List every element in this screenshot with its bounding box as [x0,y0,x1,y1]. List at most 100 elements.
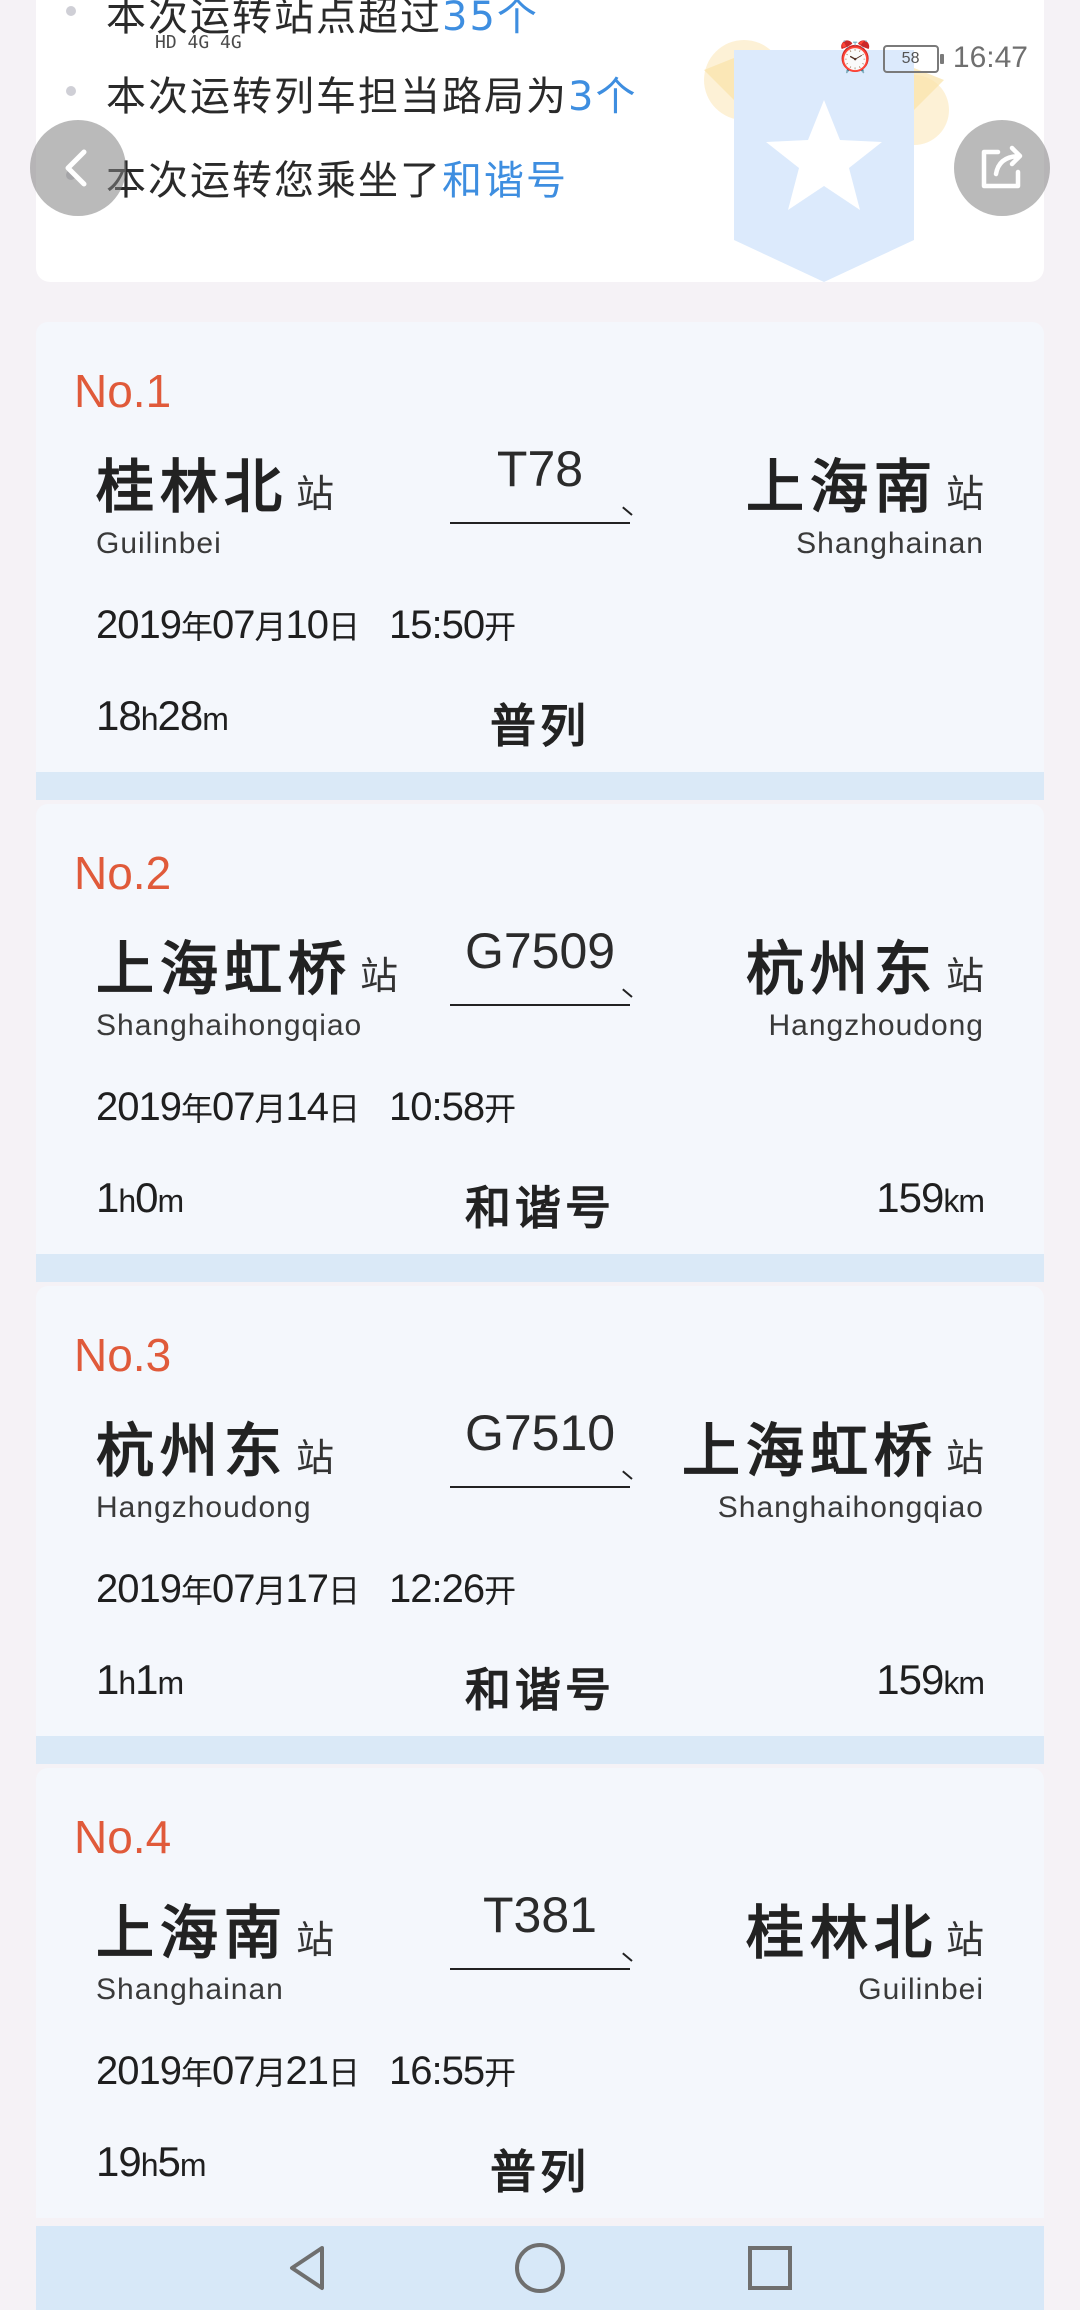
nav-back-button[interactable] [266,2226,350,2310]
train-type: 普列 [490,699,590,753]
date-month: 07 [212,1567,255,1611]
date-month: 07 [212,1085,255,1129]
date-day: 10 [285,603,329,647]
date-day: 14 [285,1085,329,1129]
direction-arrow-icon [450,1968,630,1970]
unit-km: km [943,1183,985,1219]
train-number: G7510 [464,1405,616,1461]
departure-pinyin: Shanghaihongqiao [96,1009,363,1042]
arrival-station: 杭州东站 [746,922,984,1006]
station-name: 桂林北 [96,453,289,521]
departure-pinyin: Shanghainan [96,1973,284,2006]
station-name: 上海虹桥 [681,1417,938,1485]
summary-highlight: 35个 [442,0,539,40]
station-name: 上海虹桥 [96,935,353,1003]
bullet-dot [66,86,76,96]
station-name: 杭州东 [745,935,938,1003]
unit-month: 月 [254,2055,287,2091]
unit-depart: 开 [484,609,516,645]
trip-distance: 159km [876,1656,985,1704]
unit-day: 日 [328,1573,360,1609]
trip-duration: 1h0m [96,1174,185,1222]
trip-card[interactable]: No.2 上海虹桥站 Shanghaihongqiao G7509 杭州东站 H… [36,804,1044,1282]
date-year: 2019 [96,2049,182,2093]
arrival-pinyin: Guilinbei [858,1973,984,2006]
nav-back-icon [290,2246,324,2290]
unit-minute: m [202,701,229,737]
summary-text: 本次运转您乘坐了 [106,158,442,204]
unit-minute: m [157,1665,185,1701]
direction-arrow-icon [450,1486,630,1488]
station-suffix: 站 [945,1436,984,1480]
date-month: 07 [212,2049,255,2093]
departure-time: 15:50 [389,603,485,647]
trip-number: No.3 [74,1329,172,1381]
arrival-pinyin: Shanghainan [796,527,984,560]
distance-value: 159 [876,1656,944,1703]
summary-item: 本次运转列车担当路局为3个 [66,64,638,122]
date-year: 2019 [96,1085,182,1129]
share-button[interactable] [954,120,1050,216]
train-number: T381 [483,1887,597,1943]
share-icon [981,145,1023,189]
station-suffix: 站 [360,954,399,998]
trip-number: No.1 [74,365,172,417]
trip-number: No.4 [74,1811,172,1863]
duration-hours: 1 [96,1656,119,1703]
summary-highlight: 和谐号 [442,158,568,204]
duration-minutes: 28 [157,692,204,739]
arrival-pinyin: Hangzhoudong [768,1009,984,1042]
unit-minute: m [157,1183,185,1219]
duration-hours: 18 [96,692,142,739]
duration-minutes: 5 [157,2138,181,2185]
date-day: 21 [285,2049,329,2093]
summary-highlight: 3个 [568,74,638,120]
train-type: 普列 [490,2145,590,2199]
unit-year: 年 [180,1573,213,1609]
station-suffix: 站 [945,954,984,998]
train-number: T78 [496,441,584,497]
nav-home-button[interactable] [498,2226,582,2310]
unit-minute: m [179,2147,207,2183]
card-divider [36,772,1044,800]
trip-card[interactable]: No.3 杭州东站 Hangzhoudong G7510 上海虹桥站 Shang… [36,1286,1044,1764]
nav-recents-button[interactable] [728,2226,812,2310]
unit-depart: 开 [484,2055,516,2091]
trip-card[interactable]: No.4 上海南站 Shanghainan T381 桂林北站 Guilinbe… [36,1768,1044,2218]
station-suffix: 站 [945,1918,984,1962]
unit-hour: h [140,701,159,737]
station-name: 杭州东 [96,1417,289,1485]
unit-year: 年 [180,2055,213,2091]
duration-minutes: 0 [135,1174,158,1221]
trip-card[interactable]: No.1 桂林北站 Guilinbei T78 上海南站 Shanghainan… [36,322,1044,800]
duration-hours: 1 [96,1174,119,1221]
unit-day: 日 [328,1091,360,1127]
unit-depart: 开 [484,1573,516,1609]
trip-duration: 1h1m [96,1656,185,1704]
arrival-station: 桂林北站 [746,1886,984,1970]
departure-time: 12:26 [389,1567,485,1611]
direction-arrow-icon [450,1004,630,1006]
distance-value: 159 [876,1174,944,1221]
date-year: 2019 [96,1567,182,1611]
unit-hour: h [118,1183,136,1219]
summary-card: 本次运转站点超过35个 本次运转列车担当路局为3个 本次运转您乘坐了和谐号 [36,0,1044,282]
unit-year: 年 [180,1091,213,1127]
departure-time: 16:55 [389,2049,485,2093]
station-suffix: 站 [296,1436,335,1480]
unit-hour: h [118,1665,136,1701]
departure-station: 上海虹桥站 [96,922,398,1006]
departure-pinyin: Guilinbei [96,527,222,560]
arrival-station: 上海南站 [746,440,984,524]
departure-station: 桂林北站 [96,440,334,524]
unit-day: 日 [328,609,360,645]
date-day: 17 [285,1567,329,1611]
unit-hour: h [140,2147,159,2183]
back-button[interactable] [30,120,126,216]
bullet-dot [66,6,76,16]
date-year: 2019 [96,603,182,647]
train-type: 和谐号 [465,1181,615,1235]
departure-pinyin: Hangzhoudong [96,1491,312,1524]
unit-month: 月 [254,1573,287,1609]
card-divider [36,1736,1044,1764]
